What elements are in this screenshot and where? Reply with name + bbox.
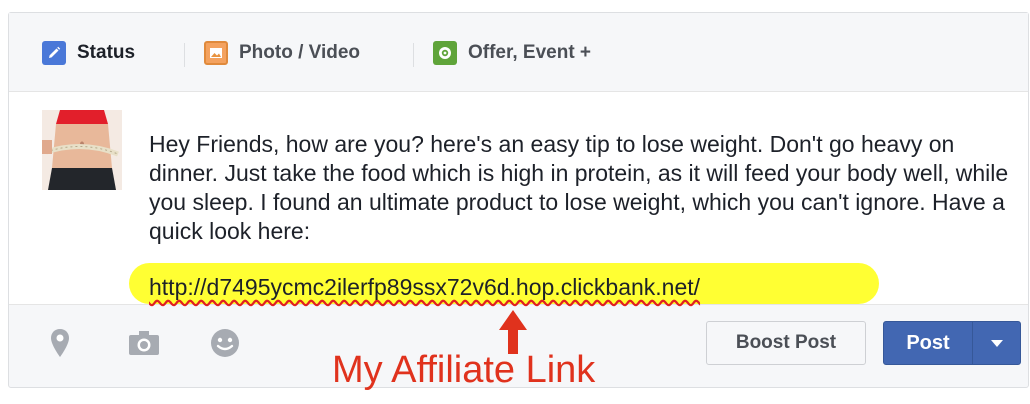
tab-photo-video[interactable]: Photo / Video	[204, 37, 360, 69]
tab-offer-event-label: Offer, Event +	[468, 42, 592, 63]
tab-offer-event[interactable]: Offer, Event +	[433, 37, 591, 69]
photo-icon	[204, 41, 228, 65]
post-text[interactable]: Hey Friends, how are you? here's an easy…	[149, 130, 1019, 246]
caret-down-icon	[990, 339, 1003, 347]
tab-divider	[184, 43, 185, 67]
post-button-group: Post	[883, 321, 1021, 365]
affiliate-link[interactable]: http://d7495ycmc2ilerfp89ssx72v6d.hop.cl…	[149, 273, 700, 302]
annotation-label: My Affiliate Link	[332, 349, 596, 391]
tab-divider	[413, 43, 414, 67]
avatar	[42, 110, 122, 190]
tab-status[interactable]: Status	[42, 37, 135, 69]
post-body: Hey Friends, how are you? here's an easy…	[9, 91, 1028, 305]
location-pin-icon[interactable]	[45, 325, 75, 361]
pencil-icon	[42, 41, 66, 65]
boost-post-button[interactable]: Boost Post	[706, 321, 866, 365]
offer-icon	[433, 41, 457, 65]
tab-photo-video-label: Photo / Video	[239, 42, 361, 63]
tab-status-label: Status	[77, 42, 136, 63]
camera-icon[interactable]	[127, 325, 161, 361]
post-options-dropdown[interactable]	[972, 322, 1020, 364]
post-button[interactable]: Post	[884, 322, 972, 364]
composer-tabs: Status Photo / Video Offer, Event +	[9, 13, 1028, 91]
smiley-icon[interactable]	[208, 325, 242, 361]
